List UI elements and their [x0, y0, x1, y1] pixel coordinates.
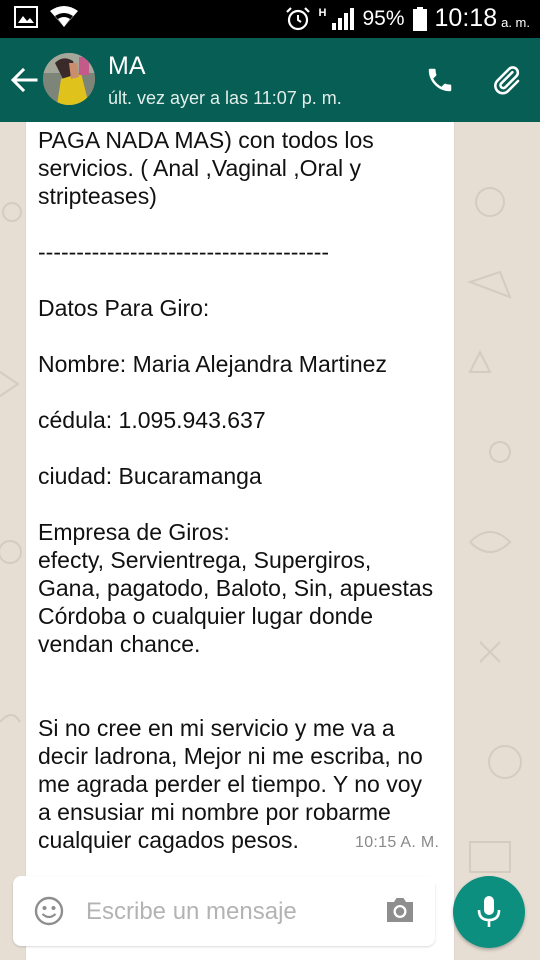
- wifi-icon: [50, 6, 78, 27]
- message-line: [38, 658, 453, 686]
- chat-area[interactable]: PAGA NADA MAS) con todos los servicios. (…: [0, 122, 540, 960]
- last-seen-status: últ. vez ayer a las 11:07 p. m.: [108, 88, 342, 108]
- message-line: [38, 378, 453, 406]
- emoji-icon[interactable]: [33, 895, 65, 927]
- mic-button[interactable]: [453, 876, 525, 948]
- alarm-icon: [285, 6, 310, 30]
- mic-icon: [477, 896, 501, 927]
- message-line: a ensusiar mi nombre por robarme: [38, 799, 391, 825]
- message-input[interactable]: [84, 894, 368, 930]
- battery-icon: [412, 6, 427, 31]
- message-timestamp: 10:15 A. M.: [355, 834, 440, 851]
- avatar[interactable]: [43, 53, 95, 105]
- composer-tail: [432, 876, 444, 888]
- message-line: Empresa de Giros:: [38, 519, 230, 545]
- message-line: [38, 490, 453, 518]
- chat-header: MA últ. vez ayer a las 11:07 p. m.: [0, 38, 540, 122]
- message-text: PAGA NADA MAS) con todos los servicios. (…: [38, 126, 453, 854]
- status-bar: H 95% 10:18 a. m.: [0, 0, 540, 38]
- phone-icon[interactable]: [425, 65, 455, 95]
- message-line: [38, 266, 453, 294]
- message-line: --------------------------------------: [38, 239, 330, 265]
- paperclip-icon[interactable]: [489, 63, 523, 97]
- battery-percent: 95%: [362, 6, 405, 30]
- signal-icon: [331, 7, 354, 30]
- message-line: Córdoba o cualquier lugar donde: [38, 603, 374, 629]
- message-line: Si no cree en mi servicio y me va a: [38, 715, 395, 741]
- message-line: servicios. ( Anal ,Vaginal ,Oral y: [38, 155, 361, 181]
- message-line: Nombre: Maria Alejandra Martinez: [38, 351, 387, 377]
- back-arrow-icon[interactable]: [10, 66, 38, 94]
- clock-time: 10:18: [434, 4, 498, 32]
- message-line: [38, 210, 453, 238]
- message-line: [38, 322, 453, 350]
- message-line: vendan chance.: [38, 631, 201, 657]
- status-bar-right: H 95% 10:18 a. m.: [285, 4, 530, 33]
- status-bar-left: [14, 6, 78, 28]
- message-line: Datos Para Giro:: [38, 295, 210, 321]
- message-line: ciudad: Bucaramanga: [38, 463, 262, 489]
- message-line: decir ladrona, Mejor ni me escriba, no: [38, 743, 423, 769]
- message-line: stripteases): [38, 183, 157, 209]
- message-line: [38, 434, 453, 462]
- clock-ampm: a. m.: [501, 15, 530, 30]
- message-line: efecty, Servientrega, Supergiros,: [38, 547, 372, 573]
- camera-icon[interactable]: [384, 896, 416, 924]
- contact-name[interactable]: MA: [108, 52, 146, 81]
- message-line: me agrada perder el tiempo. Y no voy: [38, 771, 422, 797]
- message-line: cédula: 1.095.943.637: [38, 407, 266, 433]
- gallery-icon: [14, 6, 38, 28]
- network-type: H: [318, 6, 327, 19]
- message-line: [38, 686, 453, 714]
- message-line: Gana, pagatodo, Baloto, Sin, apuestas: [38, 575, 434, 601]
- message-line: PAGA NADA MAS) con todos los: [38, 127, 374, 153]
